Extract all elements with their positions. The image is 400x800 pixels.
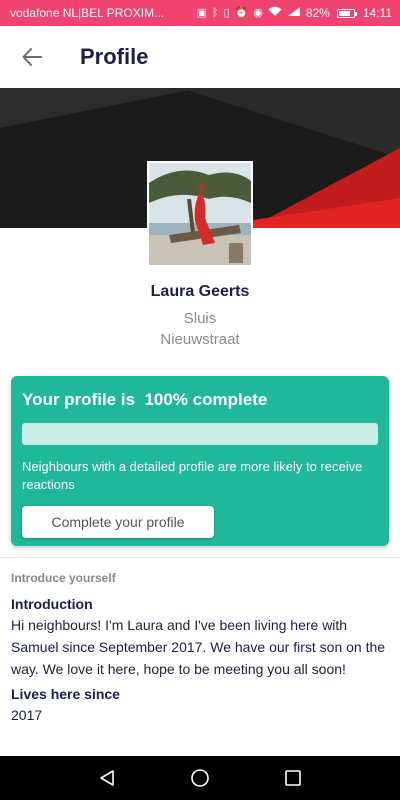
carrier-label: vodafone NL|BEL PROXIM... — [10, 6, 165, 20]
section-caption: Introduce yourself — [11, 571, 116, 585]
user-name: Laura Geerts — [150, 283, 250, 300]
introduction-text: Hi neighbours! I'm Laura and I've been l… — [11, 617, 386, 677]
arrow-left-icon — [22, 48, 42, 66]
back-button[interactable] — [0, 26, 64, 88]
wifi-icon — [268, 6, 282, 20]
triangle-back-icon — [99, 770, 114, 786]
completion-title: Your profile is 100% complete — [22, 390, 268, 409]
complete-profile-button[interactable]: Complete your profile — [22, 506, 214, 538]
status-icons: ▣ ᛒ ▯ ⏰ ◉ 82% — [170, 6, 357, 20]
introduce-section: Introduce yourself Introduction Hi neigh… — [11, 571, 391, 723]
page-title: Profile — [80, 44, 149, 69]
bluetooth-icon: ᛒ — [211, 6, 219, 19]
lives-here-since-value: 2017 — [11, 707, 43, 723]
status-bar: vodafone NL|BEL PROXIM... ▣ ᛒ ▯ ⏰ ◉ 82% … — [0, 0, 400, 26]
profile-completion-card: Your profile is 100% complete Neighbours… — [11, 376, 389, 546]
completion-message: Neighbours with a detailed profile are m… — [22, 459, 363, 492]
divider — [0, 557, 400, 558]
square-recents-icon — [285, 770, 302, 786]
eye-comfort-icon: ◉ — [253, 6, 263, 19]
avatar[interactable] — [147, 161, 253, 267]
battery-percent: 82% — [305, 6, 330, 20]
introduction-heading: Introduction — [11, 596, 93, 612]
lives-here-since-heading: Lives here since — [11, 686, 120, 702]
user-area: Sluis — [183, 310, 217, 327]
vibrate-icon: ▯ — [223, 6, 230, 19]
user-street: Nieuwstraat — [160, 331, 240, 348]
circle-home-icon — [191, 769, 209, 787]
alarm-icon: ⏰ — [234, 6, 249, 19]
clock: 14:11 — [362, 6, 392, 20]
app-bar: Profile — [0, 26, 400, 88]
completion-progress-fill — [22, 423, 378, 445]
signal-icon — [287, 6, 301, 20]
notification-icon: ▣ — [196, 6, 207, 19]
nav-recents-button[interactable] — [271, 756, 315, 800]
nav-back-button[interactable] — [85, 756, 129, 800]
nav-home-button[interactable] — [178, 756, 222, 800]
completion-progress-bar — [22, 423, 378, 445]
system-nav-bar — [0, 756, 400, 800]
battery-icon — [336, 8, 357, 18]
